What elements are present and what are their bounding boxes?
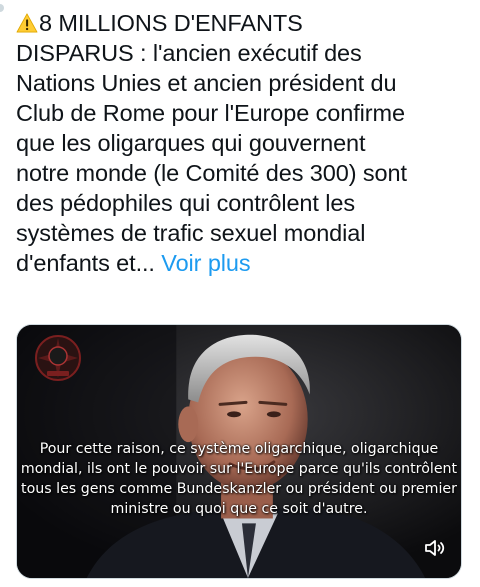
speaker-muted-icon[interactable]: [423, 536, 447, 560]
tweet-body: 8 MILLIONS D'ENFANTS DISPARUS : l'ancien…: [16, 10, 407, 276]
see-more-link[interactable]: Voir plus: [161, 250, 250, 276]
subtitle-line: ministre ou quoi que ce soit d'autre.: [110, 501, 368, 517]
channel-logo-icon: [35, 335, 81, 381]
video-player[interactable]: Pour cette raison, ce système oligarchiq…: [16, 324, 462, 579]
tweet-text: 8 MILLIONS D'ENFANTS DISPARUS : l'ancien…: [16, 8, 468, 278]
subtitle-line: tous les gens comme Bundeskanzler ou pré…: [21, 481, 457, 497]
video-subtitles: Pour cette raison, ce système oligarchiq…: [17, 439, 461, 519]
subtitle-line: mondial, ils ont le pouvoir sur l'Europe…: [20, 461, 458, 477]
subtitle-line: Pour cette raison, ce système oligarchiq…: [39, 441, 439, 457]
avatar-edge: [0, 4, 4, 12]
warning-icon: [16, 13, 38, 33]
